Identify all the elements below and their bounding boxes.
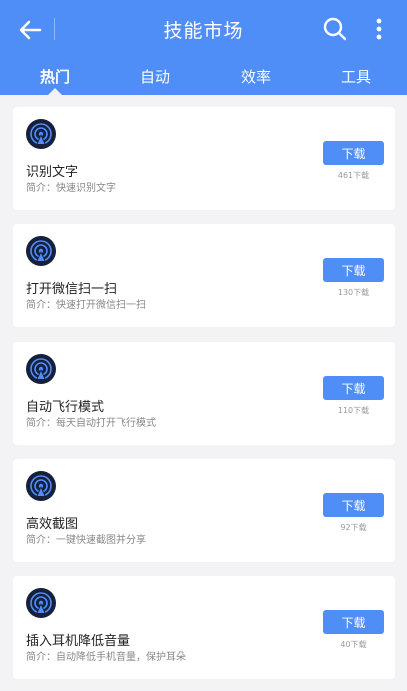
download-count: 461下载 [337,171,370,180]
skill-description: 简介：自动降低手机音量，保护耳朵 [26,652,186,663]
search-icon[interactable] [322,16,348,42]
skill-logo-icon [26,588,56,618]
skill-card[interactable]: 插入耳机降低音量 简介：自动降低手机音量，保护耳朵 下载 40下载 [13,576,395,679]
download-count: 92下载 [340,523,367,532]
more-vertical-icon[interactable] [372,16,386,42]
skill-card[interactable]: 自动飞行模式 简介：每天自动打开飞行模式 下载 110下载 [13,342,395,445]
skill-name: 插入耳机降低音量 [26,634,131,649]
tab-auto[interactable]: 自动 [125,66,185,87]
tab-hot[interactable]: 热门 [25,66,85,87]
skill-logo-icon [26,119,56,149]
download-button[interactable]: 下载 [323,376,384,400]
tab-efficiency[interactable]: 效率 [226,66,286,87]
skill-card[interactable]: 打开微信扫一扫 简介：快速打开微信扫一扫 下载 130下载 [13,224,395,327]
download-button[interactable]: 下载 [323,493,384,517]
skill-name: 打开微信扫一扫 [26,282,118,297]
download-button[interactable]: 下载 [323,610,384,634]
download-count: 40下载 [340,640,367,649]
download-count: 130下载 [337,288,370,297]
active-tab-indicator [48,88,62,95]
skill-name: 识别文字 [26,165,79,180]
download-button[interactable]: 下载 [323,141,384,165]
top-bar: 技能市场 [0,0,407,58]
skill-description: 简介：快速打开微信扫一扫 [26,300,146,311]
download-button[interactable]: 下载 [323,258,384,282]
app-bar: 技能市场 热门 自动 效率 工具 [0,0,407,95]
skill-name: 高效截图 [26,517,79,532]
skill-logo-icon [26,354,56,384]
tab-tools[interactable]: 工具 [326,66,386,87]
download-count: 110下载 [337,406,370,415]
skill-description: 简介：快速识别文字 [26,183,116,194]
skill-description: 简介：一键快速截图并分享 [26,535,146,546]
skill-description: 简介：每天自动打开飞行模式 [26,418,156,429]
skill-logo-icon [26,236,56,266]
skill-logo-icon [26,471,56,501]
skill-card[interactable]: 识别文字 简介：快速识别文字 下载 461下载 [13,107,395,210]
skill-name: 自动飞行模式 [26,400,105,415]
skill-card[interactable]: 高效截图 简介：一键快速截图并分享 下载 92下载 [13,459,395,562]
